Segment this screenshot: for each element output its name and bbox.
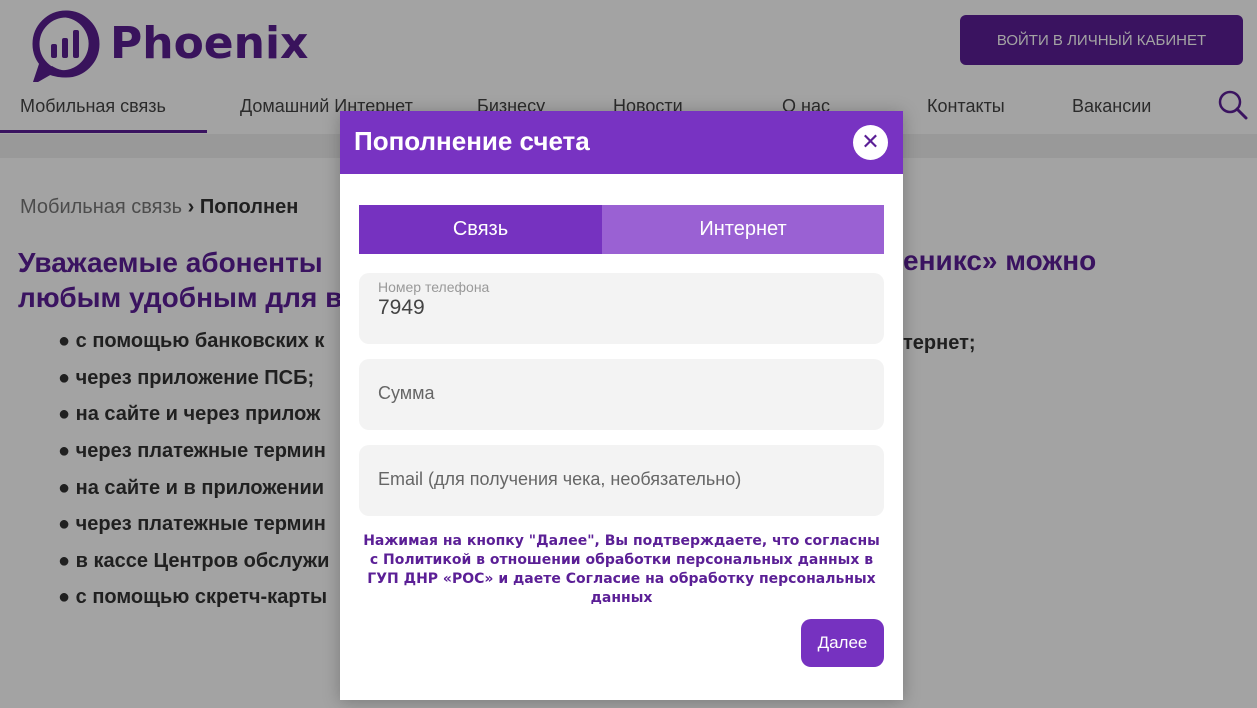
top-up-modal: Пополнение счета ✕ Связь Интернет Номер … [340, 111, 903, 700]
email-placeholder: Email (для получения чека, необязательно… [378, 469, 742, 489]
phone-field[interactable]: Номер телефона 7949 [359, 273, 884, 344]
amount-placeholder: Сумма [378, 383, 435, 403]
next-button[interactable]: Далее [801, 619, 884, 667]
top-up-tabs: Связь Интернет [359, 205, 884, 254]
modal-header: Пополнение счета ✕ [340, 111, 903, 174]
email-field[interactable]: Email (для получения чека, необязательно… [359, 445, 884, 516]
modal-title: Пополнение счета [354, 126, 590, 156]
phone-field-value[interactable]: 7949 [378, 296, 425, 320]
close-icon[interactable]: ✕ [853, 125, 888, 160]
tab-connection[interactable]: Связь [359, 205, 602, 254]
consent-text: Нажимая на кнопку "Далее", Вы подтвержда… [363, 533, 880, 606]
phone-field-label: Номер телефона [378, 279, 490, 295]
amount-field[interactable]: Сумма [359, 359, 884, 430]
tab-internet[interactable]: Интернет [602, 205, 884, 254]
